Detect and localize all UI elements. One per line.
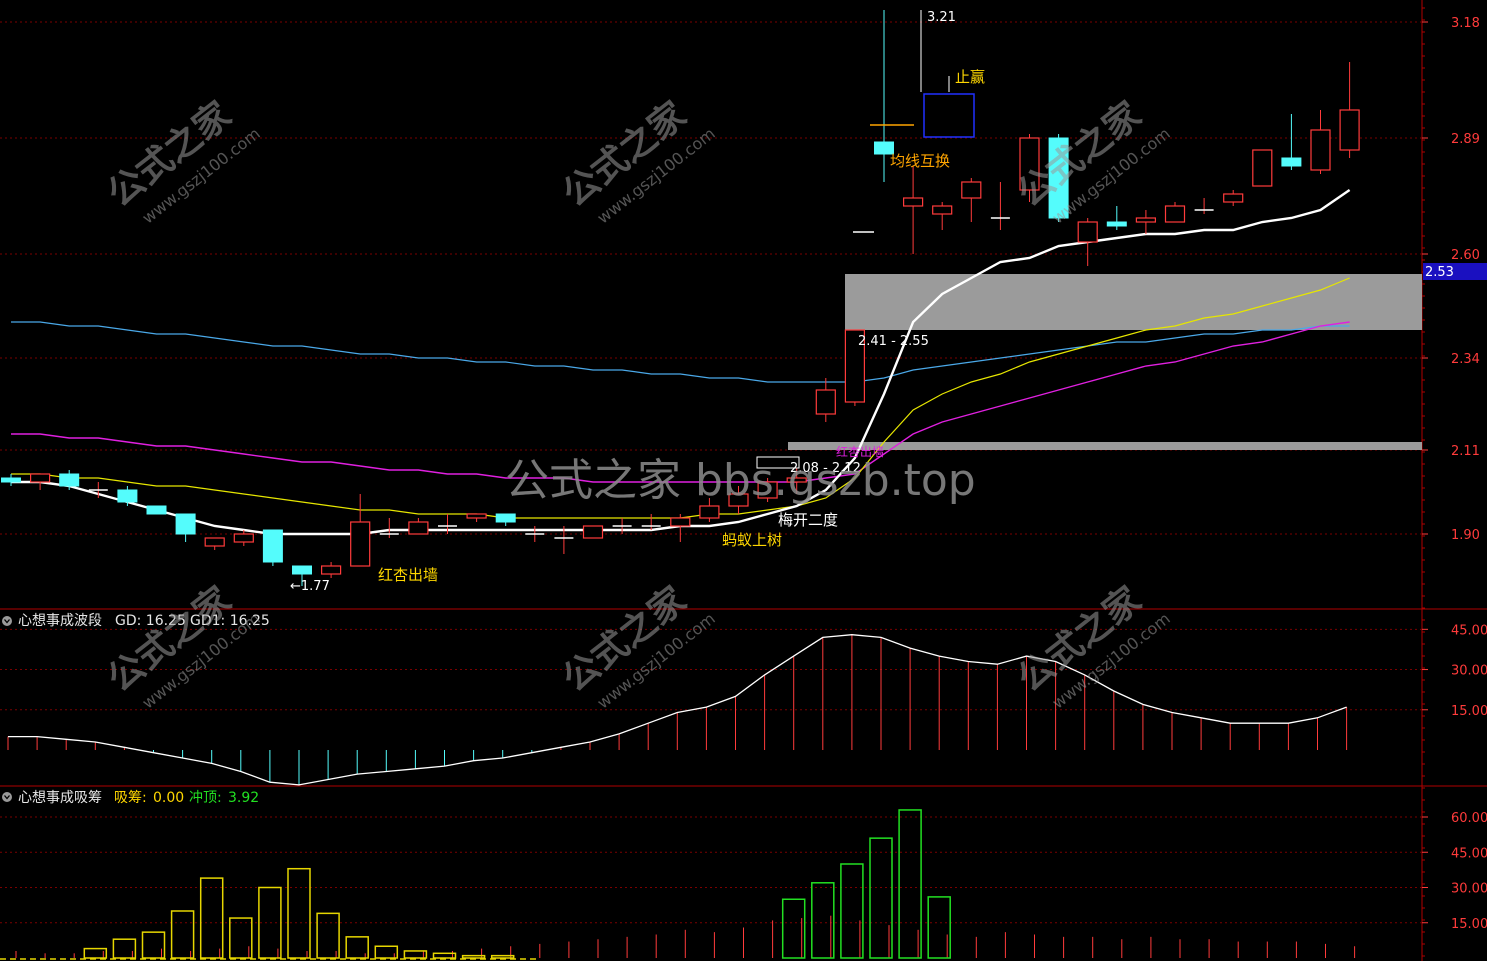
candle-body-up: [815, 389, 836, 415]
axis-tick-label: 3.18: [1451, 16, 1480, 31]
ma-blue-line: [11, 321, 1350, 383]
chongding-label: 冲顶:: [189, 790, 222, 806]
candle-body-up: [233, 533, 254, 543]
axis-tick-label: 2.11: [1451, 444, 1480, 459]
chongding-value: 3.92: [228, 790, 259, 806]
axis-tick-label: 15.00: [1451, 917, 1487, 932]
zhiying-signal-label: 止赢: [955, 68, 985, 86]
axis-tick-label: 60.00: [1451, 811, 1487, 826]
candle-body-down: [175, 513, 196, 535]
candle-body-up: [961, 181, 982, 199]
candle-body-up: [30, 473, 51, 483]
price-zone: [845, 274, 1422, 330]
stamp: 公式之家www.gszj100.com: [555, 94, 719, 227]
collapse-icon[interactable]: [2, 616, 12, 626]
candle-body-up: [321, 565, 342, 575]
upper-zone-label: 2.41 - 2.55: [858, 334, 929, 349]
xichou-bar: [258, 886, 282, 959]
candle-body-up: [1252, 149, 1273, 187]
candle-body-up: [699, 505, 720, 519]
candle-body-down: [117, 489, 138, 503]
candle-body-up: [1164, 205, 1186, 223]
stamp: 公式之家www.gszj100.com: [100, 94, 264, 227]
high-price-label: 3.21: [927, 10, 956, 25]
current-price-tag: 2.53: [1425, 265, 1454, 280]
candle-body-up: [582, 525, 604, 539]
candle-body-down: [59, 473, 80, 487]
candle-body-up: [902, 197, 924, 207]
axis-tick-label: 15.00: [1451, 704, 1487, 719]
candle-body-up: [1223, 193, 1244, 203]
candle-body-up: [1077, 221, 1098, 243]
axis-tick-label: 45.00: [1451, 623, 1487, 638]
candle-body-down: [292, 565, 312, 575]
price-zones: [788, 274, 1422, 450]
stamp: 公式之家www.gszj100.com: [100, 579, 264, 712]
xichou-value: 0.00: [153, 790, 184, 806]
candle-body-up: [1310, 129, 1331, 171]
candle-body-down: [146, 505, 167, 515]
meikai-signal-label: 梅开二度: [778, 511, 838, 529]
junxian-signal-label: 均线互换: [890, 152, 950, 170]
axis-tick-label: 2.34: [1451, 352, 1480, 367]
axis-tick-label: 1.90: [1451, 528, 1480, 543]
axis-tick-label: 30.00: [1451, 882, 1487, 897]
candle-body-up: [408, 521, 429, 535]
candle-body-up: [670, 517, 691, 527]
xichou-bar: [287, 867, 311, 959]
xichou-panel-header: 心想事成吸筹 吸筹: 0.00 冲顶: 3.92: [2, 789, 259, 806]
low-price-label: ←1.77: [290, 579, 330, 594]
candle-body-up: [350, 521, 371, 567]
accumulation-indicator: [0, 809, 1356, 960]
candle-body-up: [204, 537, 225, 547]
stamp-watermarks: 公式之家www.gszj100.com 公式之家www.gszj100.com 公式…: [100, 94, 1174, 712]
axis-tick-label: 2.60: [1451, 248, 1480, 263]
center-watermark: 公式之家 bbs.gszb.top: [505, 455, 976, 506]
xichou-panel-title: 心想事成吸筹: [18, 789, 102, 806]
collapse-icon[interactable]: [2, 792, 12, 802]
axis-tick-label: 30.00: [1451, 664, 1487, 679]
stamp: 公式之家www.gszj100.com: [1010, 579, 1174, 712]
price-axis: 3.18 2.89 2.60 2.34 2.11 1.90 45.00 30.00 15.00 6…: [1422, 7, 1487, 957]
candle-body-up: [932, 205, 953, 215]
candle-body-down: [1106, 221, 1127, 227]
candle-body-down: [1, 477, 21, 483]
zhiying-box: [923, 93, 975, 138]
candle-body-up: [1339, 109, 1360, 151]
xichou-bar: [199, 877, 224, 959]
candle-body-up: [466, 513, 487, 519]
stock-chart: 3.18 2.89 2.60 2.34 2.11 1.90 45.00 30.00 15.00 6…: [0, 0, 1487, 961]
candle-body-up: [1135, 217, 1157, 223]
hongxing-signal-label: 红杏出墙: [378, 566, 438, 584]
candle-body-down: [262, 529, 283, 563]
xichou-label: 吸筹:: [114, 789, 147, 806]
axis-tick-label: 45.00: [1451, 846, 1487, 861]
wave-panel-title: 心想事成波段: [18, 613, 102, 629]
mayi-signal-label: 蚂蚁上树: [722, 531, 782, 549]
candle-body-down: [1281, 157, 1302, 167]
stamp: 公式之家www.gszj100.com: [555, 579, 719, 712]
candle-body-down: [495, 513, 516, 523]
axis-tick-label: 2.89: [1451, 132, 1480, 147]
